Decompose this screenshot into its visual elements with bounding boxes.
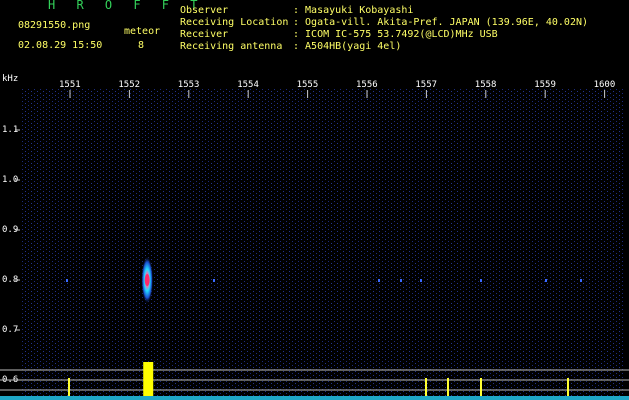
meteor-count: 8 (138, 40, 145, 51)
observer-value: : Masayuki Kobayashi (293, 5, 414, 16)
antenna-label: Receiving antenna (180, 41, 283, 52)
weak-echo-dot (378, 279, 380, 282)
weak-echo-dot (580, 279, 582, 282)
observer-label: Observer (180, 5, 229, 16)
weak-echo-dot (480, 279, 482, 282)
spectrogram-plot (0, 88, 629, 400)
weak-echo-dot (420, 279, 422, 282)
bottom-baseline-trace (0, 396, 629, 400)
receiver-label: Receiver (180, 29, 229, 40)
receiver-value: : ICOM IC-575 53.7492(@LCD)MHz USB (293, 29, 498, 40)
antenna-value: : A504HB(yagi 4el) (293, 41, 402, 52)
weak-echo-dot (66, 279, 68, 282)
noise-background (20, 88, 625, 398)
location-value: : Ogata-vill. Akita-Pref. JAPAN (139.96E… (293, 17, 589, 28)
datetime-label: 02.08.29 15:50 (18, 40, 103, 51)
weak-echo-dot (400, 279, 402, 282)
meteor-label: meteor (124, 26, 161, 37)
weak-echo-dot (545, 279, 547, 282)
meteor-echo-core (144, 274, 150, 286)
weak-echo-dot (213, 279, 215, 282)
location-label: Receiving Location (180, 17, 289, 28)
filename-label: 08291550.png (18, 20, 91, 31)
meteor-burst-bar (143, 362, 154, 400)
